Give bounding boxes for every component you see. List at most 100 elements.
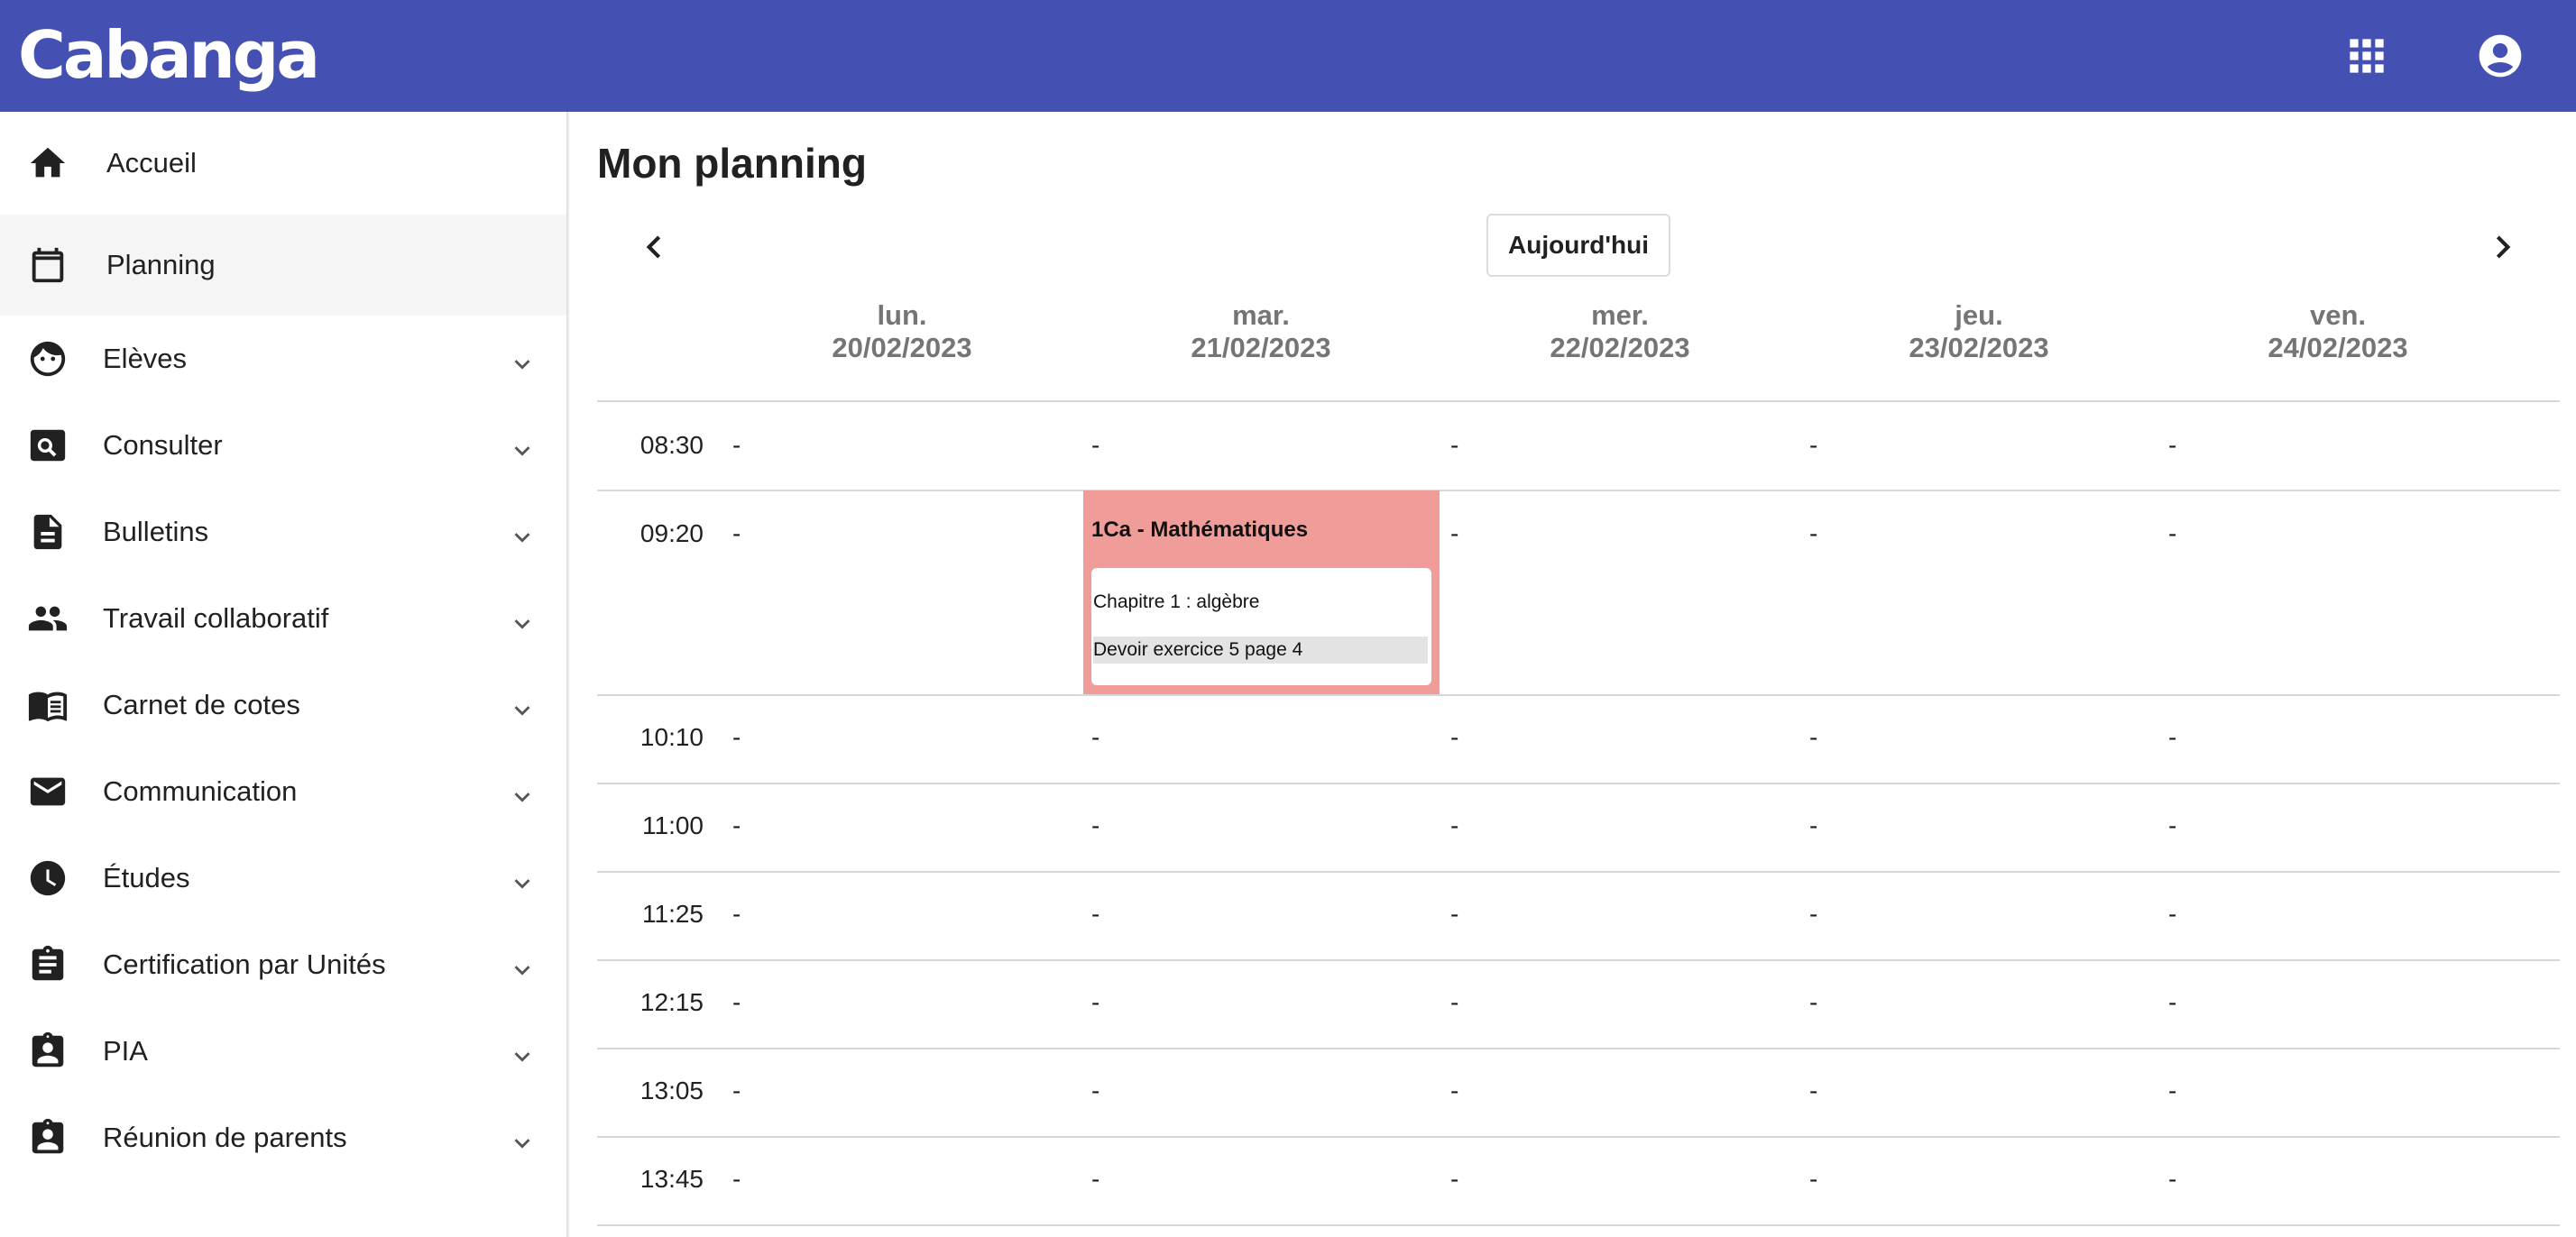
empty-slot-cell[interactable]: - bbox=[1450, 723, 1458, 752]
sidebar-divider bbox=[566, 112, 570, 1237]
chevron-down-icon bbox=[507, 1041, 538, 1072]
day-name: jeu. bbox=[1955, 299, 2003, 331]
chevron-right-icon bbox=[2496, 235, 2511, 259]
previous-week-button[interactable] bbox=[631, 224, 676, 270]
empty-slot-cell[interactable]: - bbox=[1450, 988, 1458, 1017]
sidebar-item-label: Certification par Unités bbox=[103, 948, 386, 980]
empty-slot-cell[interactable]: - bbox=[1450, 431, 1458, 460]
grid-divider bbox=[597, 1048, 2560, 1049]
empty-slot-cell[interactable]: - bbox=[1809, 1077, 1817, 1105]
chevron-down-icon bbox=[507, 349, 538, 380]
grid-divider bbox=[597, 1136, 2560, 1138]
day-name: ven. bbox=[2309, 299, 2367, 331]
face-icon bbox=[27, 338, 69, 380]
book-icon bbox=[27, 684, 69, 726]
event-homework: Devoir exercice 5 page 4 bbox=[1093, 637, 1428, 664]
calendar-icon bbox=[27, 244, 69, 286]
day-name: lun. bbox=[877, 299, 927, 331]
empty-slot-cell[interactable]: - bbox=[732, 519, 741, 548]
empty-slot-cell[interactable]: - bbox=[2168, 519, 2176, 548]
sidebar-item-pia[interactable]: PIA bbox=[0, 1008, 566, 1095]
clipboard-icon bbox=[27, 944, 69, 985]
empty-slot-cell[interactable]: - bbox=[1809, 1165, 1817, 1194]
empty-slot-cell[interactable]: - bbox=[2168, 900, 2176, 929]
event-card[interactable]: 1Ca - Mathématiques Chapitre 1 : algèbre… bbox=[1083, 490, 1440, 694]
empty-slot-cell[interactable]: - bbox=[732, 811, 741, 840]
grid-divider bbox=[597, 783, 2560, 784]
empty-slot-cell[interactable]: - bbox=[1091, 723, 1099, 752]
document-icon bbox=[27, 511, 69, 553]
empty-slot-cell[interactable]: - bbox=[1809, 519, 1817, 548]
sidebar-item-label: Planning bbox=[106, 249, 216, 280]
sidebar-item-consulter[interactable]: Consulter bbox=[0, 402, 566, 489]
empty-slot-cell[interactable]: - bbox=[1809, 431, 1817, 460]
sidebar-item-carnet-de-cotes[interactable]: Carnet de cotes bbox=[0, 662, 566, 748]
empty-slot-cell[interactable]: - bbox=[732, 723, 741, 752]
empty-slot-cell[interactable]: - bbox=[1091, 811, 1099, 840]
day-header: mer. 22/02/2023 bbox=[1485, 299, 1755, 364]
empty-slot-cell[interactable]: - bbox=[1091, 1077, 1099, 1105]
next-week-button[interactable] bbox=[2480, 224, 2525, 270]
sidebar-item-certification-par-unites[interactable]: Certification par Unités bbox=[0, 921, 566, 1008]
empty-slot-cell[interactable]: - bbox=[2168, 988, 2176, 1017]
time-slot-label: 13:05 bbox=[639, 1077, 704, 1104]
clock-icon bbox=[27, 857, 69, 899]
empty-slot-cell[interactable]: - bbox=[1450, 900, 1458, 929]
empty-slot-cell[interactable]: - bbox=[2168, 811, 2176, 840]
empty-slot-cell[interactable]: - bbox=[1809, 900, 1817, 929]
today-button[interactable]: Aujourd'hui bbox=[1486, 214, 1670, 277]
empty-slot-cell[interactable]: - bbox=[732, 1165, 741, 1194]
empty-slot-cell[interactable]: - bbox=[1809, 723, 1817, 752]
sidebar-item-communication[interactable]: Communication bbox=[0, 748, 566, 835]
time-slot-label: 09:20 bbox=[639, 519, 704, 547]
time-slot-label: 10:10 bbox=[639, 723, 704, 751]
event-chapter: Chapitre 1 : algèbre bbox=[1093, 591, 1260, 612]
grid-divider bbox=[597, 959, 2560, 961]
empty-slot-cell[interactable]: - bbox=[732, 988, 741, 1017]
empty-slot-cell[interactable]: - bbox=[732, 1077, 741, 1105]
empty-slot-cell[interactable]: - bbox=[732, 900, 741, 929]
empty-slot-cell[interactable]: - bbox=[2168, 723, 2176, 752]
empty-slot-cell[interactable]: - bbox=[1450, 1077, 1458, 1105]
empty-slot-cell[interactable]: - bbox=[1091, 431, 1099, 460]
empty-slot-cell[interactable]: - bbox=[1091, 900, 1099, 929]
empty-slot-cell[interactable]: - bbox=[1809, 811, 1817, 840]
empty-slot-cell[interactable]: - bbox=[1091, 1165, 1099, 1194]
chevron-down-icon bbox=[507, 522, 538, 553]
sidebar-item-etudes[interactable]: Études bbox=[0, 835, 566, 921]
search-box-icon bbox=[27, 425, 69, 466]
day-date: 23/02/2023 bbox=[1909, 332, 2049, 363]
empty-slot-cell[interactable]: - bbox=[1450, 811, 1458, 840]
sidebar-item-label: Carnet de cotes bbox=[103, 689, 300, 720]
empty-slot-cell[interactable]: - bbox=[1450, 519, 1458, 548]
sidebar-item-reunion-de-parents[interactable]: Réunion de parents bbox=[0, 1095, 566, 1181]
time-slot-label: 11:00 bbox=[642, 811, 704, 839]
chevron-down-icon bbox=[507, 435, 538, 466]
top-app-bar: Cabanga bbox=[0, 0, 2576, 112]
empty-slot-cell[interactable]: - bbox=[1450, 1165, 1458, 1194]
empty-slot-cell[interactable]: - bbox=[1809, 988, 1817, 1017]
event-details: Chapitre 1 : algèbre Devoir exercice 5 p… bbox=[1091, 568, 1431, 685]
account-circle-icon[interactable] bbox=[2475, 31, 2525, 81]
sidebar-item-planning[interactable]: Planning bbox=[0, 215, 566, 316]
apps-grid-icon[interactable] bbox=[2341, 31, 2392, 81]
sidebar-item-travail-collaboratif[interactable]: Travail collaboratif bbox=[0, 575, 566, 662]
grid-divider bbox=[597, 400, 2560, 402]
app-logo[interactable]: Cabanga bbox=[18, 14, 320, 96]
day-date: 21/02/2023 bbox=[1191, 332, 1331, 363]
chevron-down-icon bbox=[507, 782, 538, 812]
empty-slot-cell[interactable]: - bbox=[2168, 1077, 2176, 1105]
chevron-left-icon bbox=[646, 235, 661, 259]
time-slot-label: 11:25 bbox=[642, 900, 704, 928]
empty-slot-cell[interactable]: - bbox=[1091, 988, 1099, 1017]
chevron-down-icon bbox=[507, 609, 538, 639]
empty-slot-cell[interactable]: - bbox=[2168, 1165, 2176, 1194]
sidebar-item-bulletins[interactable]: Bulletins bbox=[0, 489, 566, 575]
empty-slot-cell[interactable]: - bbox=[732, 431, 741, 460]
sidebar-item-eleves[interactable]: Elèves bbox=[0, 316, 566, 402]
sidebar-item-label: Études bbox=[103, 862, 190, 893]
empty-slot-cell[interactable]: - bbox=[2168, 431, 2176, 460]
people-icon bbox=[27, 598, 69, 639]
home-icon bbox=[27, 142, 69, 184]
sidebar-item-accueil[interactable]: Accueil bbox=[0, 112, 566, 215]
